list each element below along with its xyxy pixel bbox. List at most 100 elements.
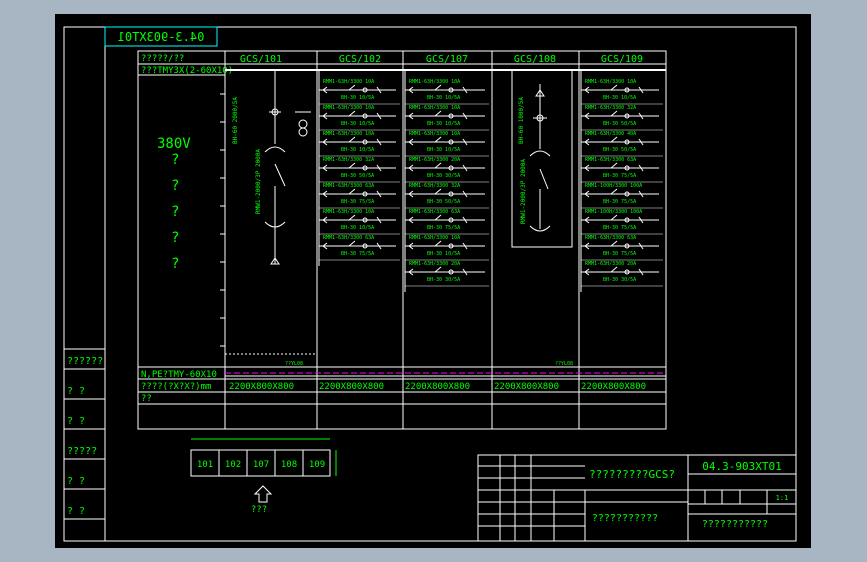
layout-box-101: 101	[197, 460, 213, 470]
feeder-row: RMM1-63H/3300 20A BH-30 30/5A	[405, 261, 489, 287]
breaker-contact	[348, 110, 356, 117]
breaker-label: RMM1-100H/3300 100A	[585, 183, 642, 189]
phase-mark-3: ?	[171, 230, 179, 246]
scale-ticks	[220, 93, 225, 347]
arrow-caption: ???	[251, 505, 267, 515]
breaker-contact	[610, 162, 618, 169]
breaker-label: RMM1-63H/3300 10A	[323, 209, 374, 215]
ct-label: BH-30 10/5A	[341, 95, 374, 101]
breaker-contact	[348, 136, 356, 143]
breaker-label: RMM1-63H/3300 32A	[409, 183, 460, 189]
panel-102-feeders: RMM1-63H/3300 10ABH-30 10/5ARMM1-63H/330…	[318, 70, 400, 266]
mirrored-drawing-number: 04.3-903XT01	[118, 30, 205, 44]
ct-label: BH-30 30/5A	[427, 277, 460, 283]
breaker-label: RMM1-63H/3300 10A	[409, 105, 460, 111]
ct-label: BH-30 50/5A	[603, 147, 636, 153]
breaker-label: RMM1-63H/3300 10A	[323, 131, 374, 137]
breaker-label: RMM1-63H/3300 20A	[409, 157, 460, 163]
layout-box-107: 107	[253, 460, 269, 470]
left-label-4: ? ?	[67, 476, 85, 487]
breaker-label: RMM1-63H/3300 20A	[409, 261, 460, 267]
breaker-contact	[610, 110, 618, 117]
breaker-contact	[434, 136, 442, 143]
left-label-3: ?????	[67, 446, 97, 457]
breaker-contact	[348, 84, 356, 91]
breaker-contact	[348, 240, 356, 247]
n-pe-label: N,PE?TMY-60X10	[141, 370, 217, 380]
ct-label: BH-30 30/5A	[603, 277, 636, 283]
p108-switch-label: RMW1-2000/3P 2000A	[520, 159, 527, 224]
left-label-5: ? ?	[67, 506, 85, 517]
p101-tag: ??YL08	[285, 361, 303, 367]
feeder-row: RMM1-63H/3300 10A BH-30 10/5A	[405, 105, 489, 131]
breaker-label: RMM1-63H/3300 63A	[323, 235, 374, 241]
feeder-row: RMM1-63H/3300 40A BH-30 50/5A	[581, 131, 663, 157]
phase-mark-2: ?	[171, 204, 179, 220]
feeder-row: RMM1-63H/3300 10A BH-30 10/5A	[581, 79, 663, 105]
ct-label: BH-30 50/5A	[341, 173, 374, 179]
feeder-row: RMM1-63H/3300 63A BH-30 75/5A	[405, 209, 489, 235]
feeder-row: RMM1-63H/3300 32A BH-30 50/5A	[319, 157, 400, 183]
left-label-1: ? ?	[67, 386, 85, 397]
feeder-row: RMM1-63H/3300 10A BH-30 10/5A	[319, 209, 400, 235]
title-block-subtitle: ???????????	[592, 513, 658, 524]
title-block-scale: 1:1	[776, 494, 789, 502]
breaker-contact	[610, 240, 618, 247]
ct-label: BH-30 75/5A	[603, 199, 636, 205]
breaker-contact	[610, 84, 618, 91]
title-block-title: ?????????GCS?	[589, 468, 675, 481]
breaker-contact	[348, 188, 356, 195]
p108-ct-label: BH-60 1000/5A	[518, 97, 525, 144]
feeder-row: RMM1-63H/3300 20A BH-30 30/5A	[581, 261, 663, 287]
feeder-row: RMM1-100H/3300 100A BH-30 75/5A	[581, 209, 663, 235]
layout-box-102: 102	[225, 460, 241, 470]
ct-label: BH-30 75/5A	[427, 225, 460, 231]
layout-box-109: 109	[309, 460, 325, 470]
breaker-label: RMM1-63H/3300 10A	[323, 79, 374, 85]
breaker-label: RMM1-63H/3300 10A	[585, 79, 636, 85]
ct-label: BH-30 10/5A	[427, 147, 460, 153]
breaker-contact	[610, 188, 618, 195]
breaker-label: RMM1-63H/3300 32A	[323, 157, 374, 163]
ct-label: BH-30 75/5A	[341, 251, 374, 257]
left-label-0: ??????	[67, 356, 103, 367]
panel-dims-108: 2200X800X800	[494, 382, 559, 392]
phase-mark-4: ?	[171, 256, 179, 272]
feeder-row: RMM1-63H/3300 63A BH-30 75/5A	[319, 235, 400, 261]
panel-107-feeders: RMM1-63H/3300 10ABH-30 10/5ARMM1-63H/330…	[404, 70, 489, 292]
breaker-label: RMM1-63H/3300 10A	[409, 131, 460, 137]
breaker-contact	[434, 162, 442, 169]
panel-dims-107: 2200X800X800	[405, 382, 470, 392]
feeder-row: RMM1-63H/3300 63A BH-30 75/5A	[319, 183, 400, 209]
schematic-canvas: 04.3-903XT01 ?????? ? ? ? ? ????? ? ? ? …	[63, 26, 797, 542]
feeder-row: RMM1-63H/3300 32A BH-30 50/5A	[405, 183, 489, 209]
breaker-label: RMM1-63H/3300 63A	[409, 209, 460, 215]
voltage-label: 380V	[157, 136, 191, 152]
breaker-label: RMM1-63H/3300 40A	[585, 131, 636, 137]
panel-id-108: GCS/108	[514, 54, 556, 65]
panel-id-101: GCS/101	[240, 54, 282, 65]
p108-tag: ??YL08	[555, 361, 573, 367]
breaker-label: RMM1-63H/3300 32A	[585, 105, 636, 111]
panel-dims-109: 2200X800X800	[581, 382, 646, 392]
panel-dims-102: 2200X800X800	[319, 382, 384, 392]
left-label-2: ? ?	[67, 416, 85, 427]
feeder-row: RMM1-63H/3300 63A BH-30 75/5A	[581, 157, 663, 183]
breaker-label: RMM1-63H/3300 63A	[323, 183, 374, 189]
breaker-label: RMM1-63H/3300 10A	[409, 79, 460, 85]
busbar-label: ???TMY3X(2-60X10)	[141, 66, 233, 76]
feeder-row: RMM1-63H/3300 10A BH-30 10/5A	[405, 235, 489, 261]
breaker-contact	[434, 266, 442, 273]
breaker-contact	[610, 266, 618, 273]
feeder-row: RMM1-100H/3300 100A BH-30 75/5A	[581, 183, 663, 209]
title-block-company: ???????????	[702, 519, 768, 530]
breaker-label: RMM1-63H/3300 63A	[585, 157, 636, 163]
breaker-contact	[434, 188, 442, 195]
title-block-drawing-no: 04.3-903XT01	[702, 460, 781, 473]
p101-ct-label: BH-60 2000/5A	[232, 97, 239, 144]
breaker-label: RMM1-63H/3300 20A	[585, 261, 636, 267]
breaker-label: RMM1-100H/3300 100A	[585, 209, 642, 215]
ct-label: BH-30 10/5A	[427, 95, 460, 101]
breaker-label: RMM1-63H/3300 63A	[585, 235, 636, 241]
breaker-contact	[348, 214, 356, 221]
